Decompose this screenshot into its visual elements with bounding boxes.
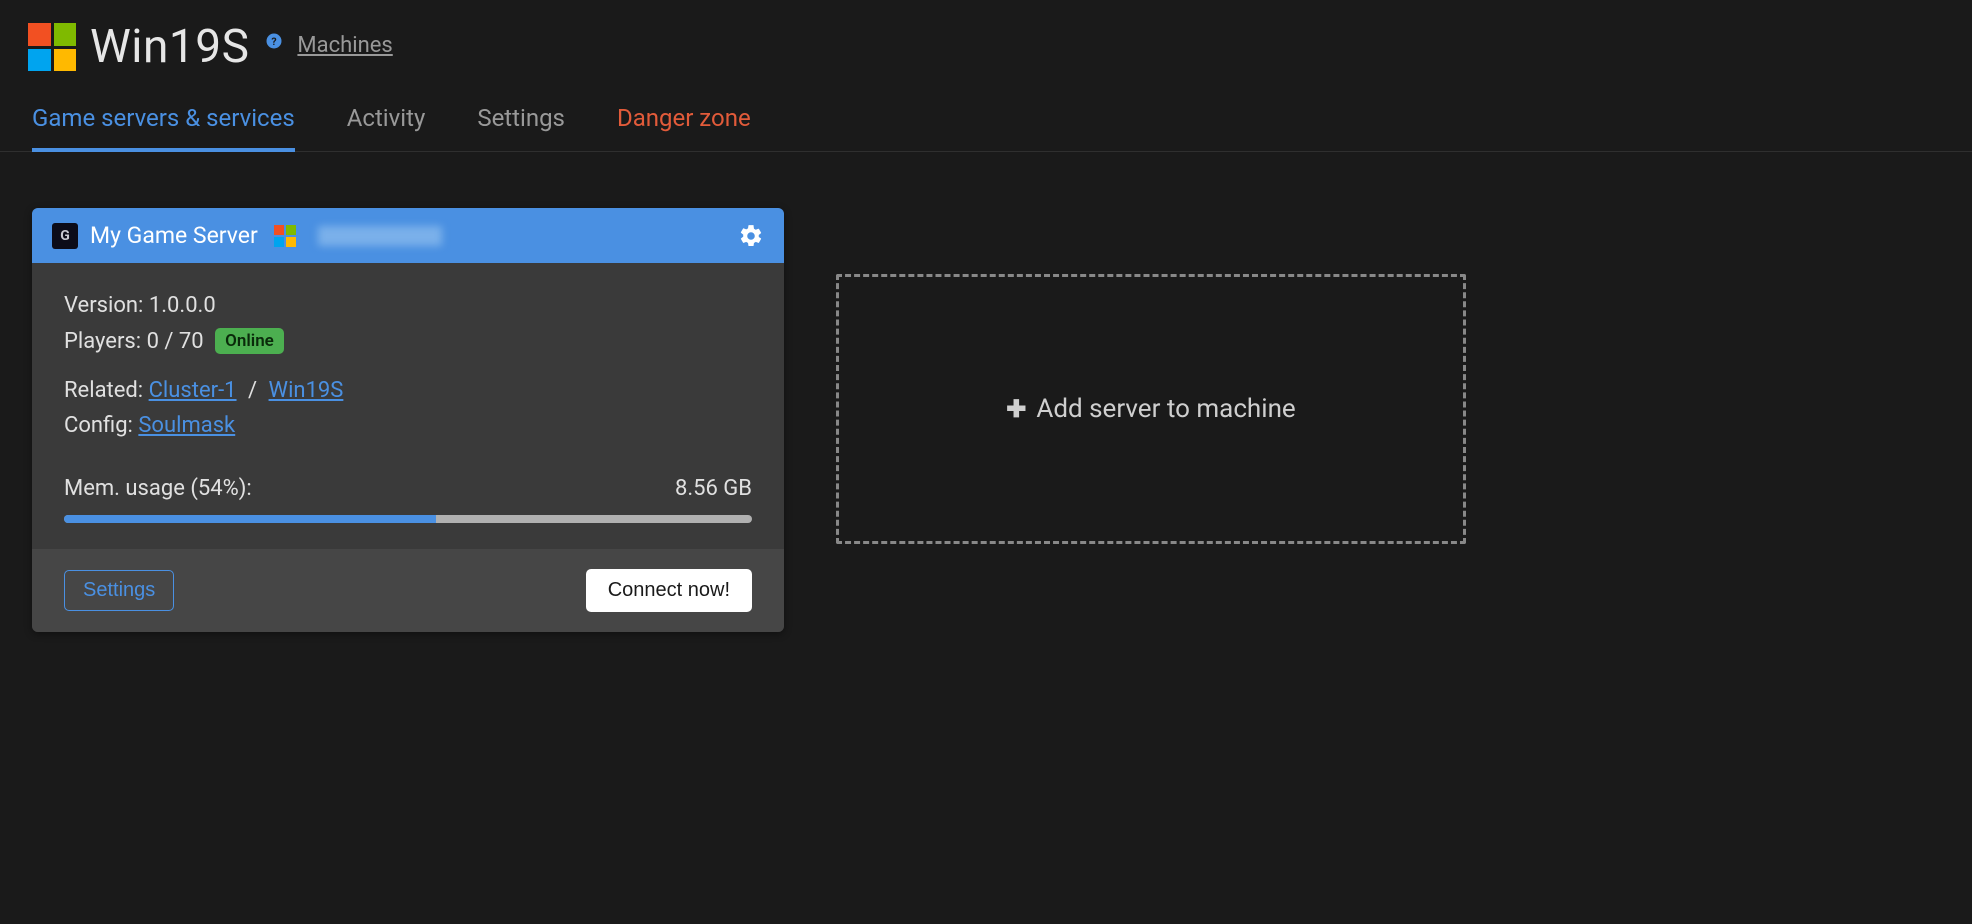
server-name: My Game Server bbox=[90, 222, 258, 249]
server-card-header: G My Game Server bbox=[32, 208, 784, 263]
add-server-label: Add server to machine bbox=[1036, 394, 1295, 424]
players-row: Players: 0 / 70 Online bbox=[64, 328, 752, 354]
breadcrumb-machines[interactable]: Machines bbox=[297, 33, 392, 58]
related-cluster-link[interactable]: Cluster-1 bbox=[149, 378, 237, 403]
gear-icon[interactable] bbox=[738, 223, 764, 249]
memory-progress bbox=[64, 515, 752, 523]
players-label: Players: bbox=[64, 329, 141, 354]
status-badge: Online bbox=[215, 328, 284, 354]
windows-icon bbox=[28, 23, 76, 71]
memory-label: Mem. usage (54%): bbox=[64, 476, 252, 501]
redacted-ip bbox=[318, 226, 442, 246]
version-row: Version: 1.0.0.0 bbox=[64, 293, 752, 318]
help-icon[interactable]: ? bbox=[265, 32, 283, 55]
settings-button[interactable]: Settings bbox=[64, 570, 174, 611]
related-row: Related: Cluster-1 / Win19S bbox=[64, 378, 752, 403]
windows-icon bbox=[274, 225, 296, 247]
content-area: G My Game Server Version: 1.0.0.0 Player… bbox=[0, 152, 1972, 688]
server-card: G My Game Server Version: 1.0.0.0 Player… bbox=[32, 208, 784, 632]
tab-settings[interactable]: Settings bbox=[477, 104, 565, 151]
tab-game-servers[interactable]: Game servers & services bbox=[32, 104, 295, 152]
page-header: Win19S ? Machines bbox=[0, 0, 1972, 86]
related-machine-link[interactable]: Win19S bbox=[269, 378, 344, 403]
tab-activity[interactable]: Activity bbox=[347, 104, 426, 151]
memory-value: 8.56 GB bbox=[675, 476, 752, 501]
tab-bar: Game servers & services Activity Setting… bbox=[0, 86, 1972, 152]
server-card-body: Version: 1.0.0.0 Players: 0 / 70 Online … bbox=[32, 263, 784, 549]
memory-progress-fill bbox=[64, 515, 436, 523]
version-value: 1.0.0.0 bbox=[149, 293, 216, 318]
add-server-button[interactable]: ✚ Add server to machine bbox=[836, 274, 1466, 544]
players-value: 0 / 70 bbox=[147, 329, 204, 354]
related-label: Related: bbox=[64, 378, 143, 403]
page-title: Win19S bbox=[90, 20, 249, 74]
svg-text:?: ? bbox=[272, 34, 277, 47]
plus-icon: ✚ bbox=[1006, 395, 1026, 423]
related-separator: / bbox=[248, 378, 257, 403]
config-row: Config: Soulmask bbox=[64, 413, 752, 438]
server-card-footer: Settings Connect now! bbox=[32, 549, 784, 632]
version-label: Version: bbox=[64, 293, 143, 318]
config-link[interactable]: Soulmask bbox=[138, 413, 235, 438]
connect-button[interactable]: Connect now! bbox=[586, 569, 752, 612]
tab-danger-zone[interactable]: Danger zone bbox=[617, 104, 751, 151]
config-label: Config: bbox=[64, 413, 133, 438]
game-icon: G bbox=[52, 223, 78, 249]
memory-row: Mem. usage (54%): 8.56 GB bbox=[64, 476, 752, 501]
